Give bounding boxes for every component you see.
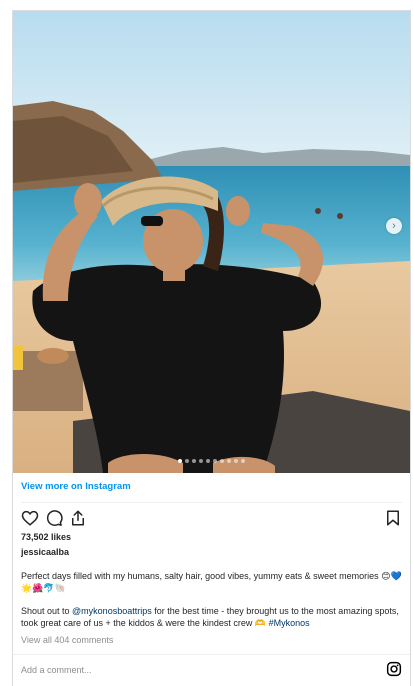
- divider: [13, 654, 410, 655]
- chevron-right-icon: ›: [392, 219, 396, 232]
- comment-icon[interactable]: [45, 509, 63, 527]
- add-comment-field[interactable]: Add a comment...: [21, 665, 92, 675]
- mention-link[interactable]: @mykonosboattrips: [72, 606, 152, 616]
- carousel-dot: [213, 459, 217, 463]
- carousel-indicator: [13, 459, 410, 463]
- view-all-comments-link[interactable]: View all 404 comments: [21, 635, 113, 645]
- carousel-dot: [234, 459, 238, 463]
- carousel-dot: [185, 459, 189, 463]
- next-slide-button[interactable]: ›: [386, 218, 402, 234]
- carousel-dot: [178, 459, 182, 463]
- caption-paragraph-1: Perfect days filled with my humans, salt…: [21, 571, 402, 593]
- beach-photo-illustration: [13, 11, 410, 473]
- likes-count[interactable]: 73,502 likes: [21, 532, 71, 542]
- caption-text: Shout out to: [21, 606, 73, 616]
- view-more-link[interactable]: View more on Instagram: [21, 481, 131, 492]
- bookmark-icon[interactable]: [384, 509, 402, 527]
- post-photo[interactable]: ›: [13, 11, 410, 473]
- hashtag-link[interactable]: #Mykonos: [269, 618, 310, 628]
- carousel-dot: [227, 459, 231, 463]
- post-username[interactable]: jessicaalba: [21, 547, 69, 557]
- carousel-dot: [220, 459, 224, 463]
- heart-icon[interactable]: [21, 509, 39, 527]
- caption-paragraph-2: Shout out to @mykonosboattrips for the b…: [21, 605, 406, 629]
- carousel-dot: [206, 459, 210, 463]
- share-icon[interactable]: [69, 509, 87, 527]
- carousel-dot: [199, 459, 203, 463]
- action-bar: [21, 509, 402, 529]
- divider: [21, 502, 402, 503]
- carousel-dot: [241, 459, 245, 463]
- carousel-dot: [192, 459, 196, 463]
- instagram-logo-icon[interactable]: [386, 661, 402, 677]
- instagram-embed-card: › View more on Instagram 73,502 likes je…: [12, 10, 411, 686]
